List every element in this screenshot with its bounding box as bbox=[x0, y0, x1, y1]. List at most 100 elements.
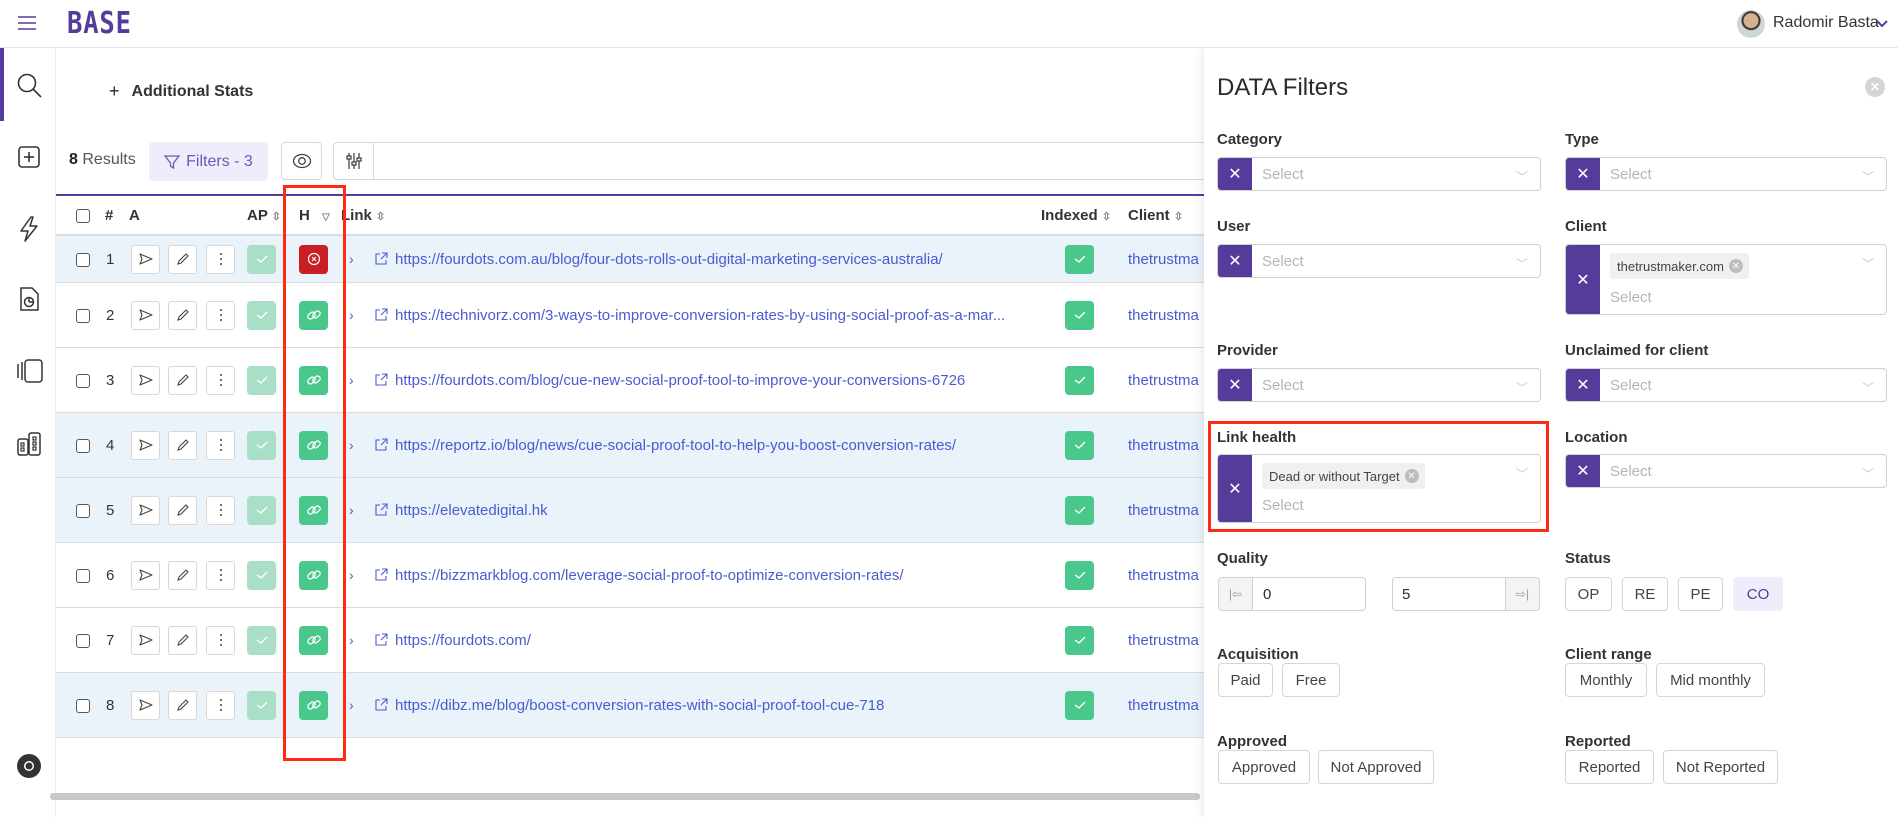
row-checkbox[interactable] bbox=[76, 438, 90, 453]
category-select-clear-button[interactable]: ✕ bbox=[1218, 158, 1252, 190]
health-ok-badge[interactable] bbox=[299, 495, 328, 525]
more-button[interactable] bbox=[206, 560, 235, 590]
quality-min-input[interactable]: |⇦ 0 bbox=[1218, 577, 1366, 611]
col-ap[interactable]: AP ⇳ bbox=[247, 196, 281, 236]
send-button[interactable] bbox=[131, 300, 160, 330]
visibility-button[interactable] bbox=[281, 142, 322, 180]
edit-button[interactable] bbox=[168, 625, 197, 655]
provider-select-clear-button[interactable]: ✕ bbox=[1218, 369, 1252, 401]
external-link-icon[interactable] bbox=[374, 372, 388, 392]
health-dead-badge[interactable] bbox=[299, 244, 328, 274]
row-client[interactable]: thetrustma bbox=[1128, 251, 1199, 268]
select-all-checkbox[interactable] bbox=[76, 209, 90, 223]
column-settings-button[interactable] bbox=[334, 143, 374, 179]
row-link[interactable]: https://elevatedigital.hk bbox=[395, 502, 548, 519]
send-button[interactable] bbox=[131, 560, 160, 590]
send-button[interactable] bbox=[131, 690, 160, 720]
chevron-down-icon[interactable] bbox=[1876, 16, 1888, 34]
edit-button[interactable] bbox=[168, 300, 197, 330]
filters-button[interactable]: Filters - 3 bbox=[149, 142, 268, 181]
health-ok-badge[interactable] bbox=[299, 625, 328, 655]
location-select[interactable]: ✕ Select ﹀ bbox=[1565, 454, 1887, 488]
category-select[interactable]: ✕ Select ﹀ bbox=[1217, 157, 1541, 191]
row-link[interactable]: https://reportz.io/blog/news/cue-social-… bbox=[395, 437, 956, 454]
more-button[interactable] bbox=[206, 625, 235, 655]
row-checkbox[interactable] bbox=[76, 252, 90, 267]
buildings-icon[interactable] bbox=[16, 431, 42, 457]
row-client[interactable]: thetrustma bbox=[1128, 307, 1199, 324]
report-file-icon[interactable] bbox=[16, 286, 42, 312]
link-health-select[interactable]: ✕ Dead or without Target ✕ Select ﹀ bbox=[1217, 454, 1541, 523]
quality-max-input[interactable]: ⇨| 5 bbox=[1392, 577, 1540, 611]
row-client[interactable]: thetrustma bbox=[1128, 372, 1199, 389]
type-select-clear-button[interactable]: ✕ bbox=[1566, 158, 1600, 190]
row-client[interactable]: thetrustma bbox=[1128, 697, 1199, 714]
row-checkbox[interactable] bbox=[76, 568, 90, 583]
approved-option-approved[interactable]: Approved bbox=[1218, 750, 1310, 784]
health-ok-badge[interactable] bbox=[299, 430, 328, 460]
location-select-clear-button[interactable]: ✕ bbox=[1566, 455, 1600, 487]
client-select-tag-remove-icon[interactable]: ✕ bbox=[1728, 259, 1743, 273]
edit-button[interactable] bbox=[168, 430, 197, 460]
row-link[interactable]: https://bizzmarkblog.com/leverage-social… bbox=[395, 567, 904, 584]
close-icon[interactable]: ✕ bbox=[1865, 77, 1885, 97]
more-button[interactable] bbox=[206, 365, 235, 395]
status-option-co[interactable]: CO bbox=[1733, 577, 1783, 611]
col-link[interactable]: Link ⇳ bbox=[341, 196, 385, 236]
unclaimed-select-clear-button[interactable]: ✕ bbox=[1566, 369, 1600, 401]
row-checkbox[interactable] bbox=[76, 633, 90, 648]
unclaimed-select[interactable]: ✕ Select ﹀ bbox=[1565, 368, 1887, 402]
expand-chevron-icon[interactable]: › bbox=[349, 567, 354, 583]
row-client[interactable]: thetrustma bbox=[1128, 437, 1199, 454]
external-link-icon[interactable] bbox=[374, 502, 388, 522]
row-checkbox[interactable] bbox=[76, 373, 90, 388]
horizontal-scrollbar[interactable] bbox=[50, 793, 1200, 800]
health-ok-badge[interactable] bbox=[299, 690, 328, 720]
health-ok-badge[interactable] bbox=[299, 365, 328, 395]
external-link-icon[interactable] bbox=[374, 251, 388, 271]
more-button[interactable] bbox=[206, 495, 235, 525]
send-button[interactable] bbox=[131, 495, 160, 525]
expand-chevron-icon[interactable]: › bbox=[349, 697, 354, 713]
reported-option-not-reported[interactable]: Not Reported bbox=[1663, 750, 1778, 784]
client-select-clear-button[interactable]: ✕ bbox=[1566, 245, 1600, 314]
send-button[interactable] bbox=[131, 625, 160, 655]
approved-option-not-approved[interactable]: Not Approved bbox=[1318, 750, 1434, 784]
row-link[interactable]: https://technivorz.com/3-ways-to-improve… bbox=[395, 307, 1005, 324]
send-button[interactable] bbox=[131, 365, 160, 395]
edit-button[interactable] bbox=[168, 560, 197, 590]
row-checkbox[interactable] bbox=[76, 503, 90, 518]
health-ok-badge[interactable] bbox=[299, 560, 328, 590]
plus-square-icon[interactable] bbox=[16, 144, 42, 170]
client-range-option-mid-monthly[interactable]: Mid monthly bbox=[1656, 663, 1765, 697]
col-client[interactable]: Client ⇳ bbox=[1128, 196, 1183, 236]
row-client[interactable]: thetrustma bbox=[1128, 502, 1199, 519]
logo[interactable]: BASE bbox=[67, 6, 132, 41]
expand-chevron-icon[interactable]: › bbox=[349, 307, 354, 323]
link-health-select-tag-remove-icon[interactable]: ✕ bbox=[1404, 469, 1419, 483]
edit-button[interactable] bbox=[168, 244, 197, 274]
status-option-re[interactable]: RE bbox=[1622, 577, 1668, 611]
row-link[interactable]: https://dibz.me/blog/boost-conversion-ra… bbox=[395, 697, 884, 714]
expand-chevron-icon[interactable]: › bbox=[349, 502, 354, 518]
expand-chevron-icon[interactable]: › bbox=[349, 372, 354, 388]
acquisition-option-free[interactable]: Free bbox=[1282, 663, 1340, 697]
provider-select[interactable]: ✕ Select ﹀ bbox=[1217, 368, 1541, 402]
row-link[interactable]: https://fourdots.com.au/blog/four-dots-r… bbox=[395, 251, 943, 268]
expand-chevron-icon[interactable]: › bbox=[349, 437, 354, 453]
more-button[interactable] bbox=[206, 244, 235, 274]
col-health[interactable]: H ▽ bbox=[299, 196, 330, 236]
external-link-icon[interactable] bbox=[374, 567, 388, 587]
hamburger-icon[interactable] bbox=[18, 15, 36, 31]
search-input[interactable] bbox=[374, 143, 1204, 179]
external-link-icon[interactable] bbox=[374, 697, 388, 717]
expand-chevron-icon[interactable]: › bbox=[349, 632, 354, 648]
user-name[interactable]: Radomir Basta bbox=[1773, 14, 1879, 32]
col-indexed[interactable]: Indexed ⇳ bbox=[1041, 196, 1111, 236]
more-button[interactable] bbox=[206, 430, 235, 460]
more-button[interactable] bbox=[206, 300, 235, 330]
row-checkbox[interactable] bbox=[76, 308, 90, 323]
external-link-icon[interactable] bbox=[374, 632, 388, 652]
row-client[interactable]: thetrustma bbox=[1128, 567, 1199, 584]
search-icon[interactable] bbox=[16, 72, 42, 98]
